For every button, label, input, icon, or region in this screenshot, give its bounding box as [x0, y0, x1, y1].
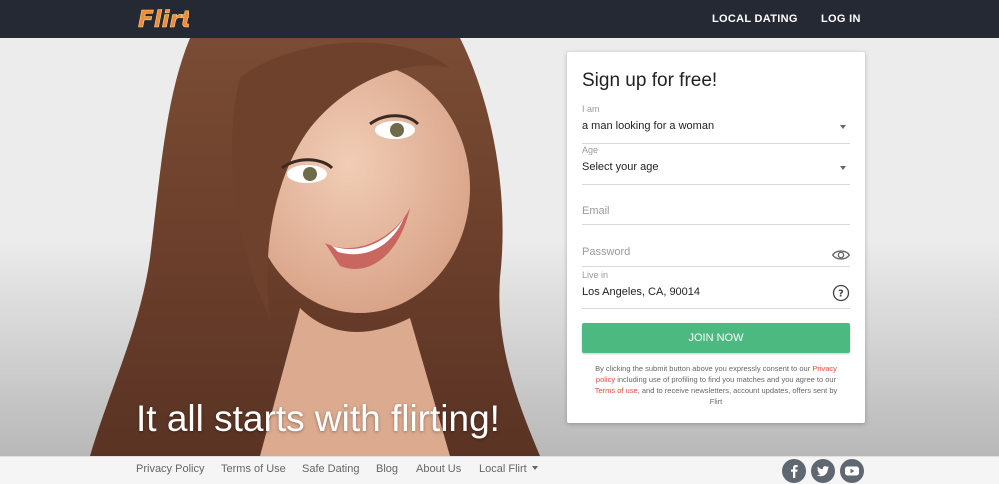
age-label: Age	[582, 145, 599, 155]
signup-card: Sign up for free! I am a man looking for…	[567, 52, 865, 423]
footer-safe-dating-link[interactable]: Safe Dating	[302, 463, 359, 475]
footer-local-flirt-dropdown[interactable]: Local Flirt	[479, 463, 538, 475]
hero-tagline: It all starts with flirting!	[136, 398, 500, 439]
youtube-icon[interactable]	[840, 459, 864, 483]
eye-icon[interactable]	[832, 246, 850, 264]
consent-text-part3: , and to receive newsletters, account up…	[637, 386, 838, 406]
password-placeholder: Password	[582, 246, 631, 258]
twitter-icon[interactable]	[811, 459, 835, 483]
local-flirt-label: Local Flirt	[479, 463, 527, 475]
help-icon[interactable]: ?	[832, 284, 850, 302]
hero-woman-photo	[90, 38, 540, 456]
i-am-select[interactable]: I am a man looking for a woman	[582, 104, 850, 144]
chevron-down-icon	[840, 125, 846, 129]
chevron-down-icon	[531, 466, 538, 470]
age-select[interactable]: Age Select your age	[582, 145, 850, 185]
footer-privacy-policy-link[interactable]: Privacy Policy	[136, 463, 204, 475]
signup-title: Sign up for free!	[582, 70, 718, 91]
svg-text:?: ?	[838, 288, 844, 299]
age-value: Select your age	[582, 161, 659, 173]
password-field[interactable]: Password	[582, 235, 850, 267]
chevron-down-icon	[840, 166, 846, 170]
join-now-button[interactable]: JOIN NOW	[582, 323, 850, 353]
nav-local-dating-link[interactable]: LOCAL DATING	[712, 0, 798, 38]
terms-of-use-link[interactable]: Terms of use	[595, 386, 638, 395]
flirt-logo[interactable]: Flirt	[137, 3, 189, 33]
live-in-field[interactable]: Live in Los Angeles, CA, 90014 ?	[582, 270, 850, 309]
nav-login-link[interactable]: LOG IN	[821, 0, 861, 38]
i-am-label: I am	[582, 104, 600, 114]
footer-blog-link[interactable]: Blog	[376, 463, 398, 475]
consent-text-part2: including use of profiling to find you m…	[617, 375, 837, 384]
email-placeholder: Email	[582, 205, 610, 217]
footer-terms-of-use-link[interactable]: Terms of Use	[221, 463, 286, 475]
logo-text: Flirt	[138, 7, 189, 33]
footer: Privacy Policy Terms of Use Safe Dating …	[0, 456, 999, 484]
email-field[interactable]: Email	[582, 194, 850, 225]
live-in-value: Los Angeles, CA, 90014	[582, 286, 701, 298]
footer-about-us-link[interactable]: About Us	[416, 463, 461, 475]
facebook-icon[interactable]	[782, 459, 806, 483]
live-in-label: Live in	[582, 270, 609, 280]
top-navigation-bar: Flirt LOCAL DATING LOG IN	[0, 0, 999, 38]
consent-text-part1: By clicking the submit button above you …	[595, 364, 811, 373]
consent-text: By clicking the submit button above you …	[589, 363, 843, 407]
i-am-value: a man looking for a woman	[582, 120, 715, 132]
